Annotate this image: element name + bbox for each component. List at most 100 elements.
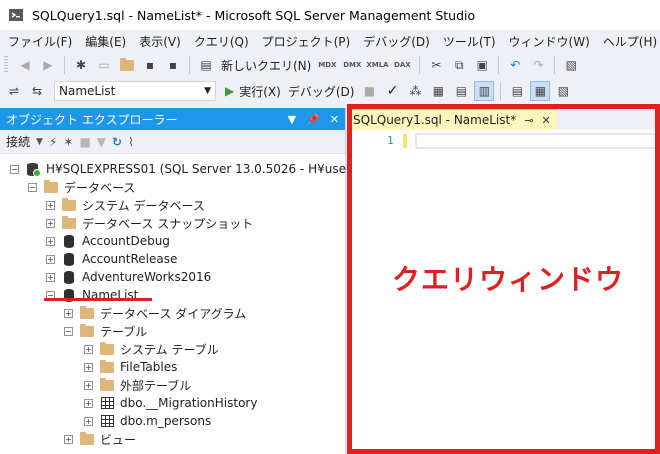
tree-node-account-debug[interactable]: + AccountDebug: [0, 232, 345, 250]
window-title: SQLQuery1.sql - NameList* - Microsoft SQ…: [32, 7, 476, 23]
menu-window[interactable]: ウィンドウ(W): [505, 33, 599, 50]
pin-icon[interactable]: 📌: [306, 113, 320, 126]
results-to-text-icon[interactable]: ▤: [507, 81, 527, 101]
execute-button[interactable]: 実行(X): [237, 83, 283, 100]
tree-node-label: dbo.m_persons: [120, 414, 212, 428]
tree-node-tables[interactable]: − テーブル: [0, 322, 345, 340]
available-databases-select[interactable]: NameList ▼: [54, 81, 216, 101]
tree-node-label: システム データベース: [82, 198, 205, 213]
redo-icon[interactable]: ↷: [528, 55, 548, 75]
pin-icon[interactable]: ⊸: [524, 114, 533, 127]
paste-icon[interactable]: ▣: [472, 55, 492, 75]
save-all-icon[interactable]: ▪: [163, 55, 183, 75]
panel-controls: ▼ 📌 ✕: [288, 113, 339, 126]
stop-icon[interactable]: ■: [359, 81, 379, 101]
dmx-query-button[interactable]: DMX: [341, 61, 363, 69]
open-folder-icon[interactable]: [117, 55, 137, 75]
folder-icon: [61, 215, 77, 230]
tree-node-filetables[interactable]: + FileTables: [0, 358, 345, 376]
menu-project[interactable]: プロジェクト(P): [258, 33, 360, 50]
connect-plug-icon[interactable]: ⚡: [49, 135, 57, 149]
collapse-icon[interactable]: −: [64, 326, 73, 336]
query-window-annotation: クエリウィンドウ: [392, 263, 625, 296]
undo-icon[interactable]: ↶: [505, 55, 525, 75]
connect-button[interactable]: 接続: [6, 133, 30, 150]
query-designer-icon[interactable]: ▦: [428, 81, 448, 101]
tree-node-diagrams[interactable]: + データベース ダイアグラム: [0, 304, 345, 322]
forward-icon[interactable]: ▶: [38, 55, 58, 75]
tree-node-namelist[interactable]: − NameList: [0, 286, 345, 304]
new-query-button[interactable]: 新しいクエリ(N): [219, 57, 313, 74]
tree-node-m-persons[interactable]: + dbo.m_persons: [0, 412, 345, 430]
menu-view[interactable]: 表示(V): [135, 33, 190, 50]
expand-icon[interactable]: +: [84, 380, 93, 390]
disconnect-icon[interactable]: ✶: [63, 135, 73, 149]
save-icon[interactable]: ▪: [140, 55, 160, 75]
toolbar-grip[interactable]: [4, 56, 8, 74]
copy-icon[interactable]: ⧉: [449, 55, 469, 75]
connect-dropdown-icon[interactable]: ▼: [36, 137, 43, 147]
menu-file[interactable]: ファイル(F): [4, 33, 81, 50]
menu-edit[interactable]: 編集(E): [81, 33, 135, 50]
expand-icon[interactable]: +: [46, 272, 55, 282]
activity-monitor-icon[interactable]: ▧: [561, 55, 581, 75]
execute-icon: ▶: [225, 84, 235, 98]
activity-icon[interactable]: ⌇: [128, 135, 134, 149]
dax-query-button[interactable]: DAX: [391, 61, 413, 69]
tree-node-external-tables[interactable]: + 外部テーブル: [0, 376, 345, 394]
close-icon[interactable]: ✕: [330, 113, 339, 126]
expand-icon[interactable]: +: [46, 254, 55, 264]
menu-debug[interactable]: デバッグ(D): [359, 33, 439, 50]
menu-query[interactable]: クエリ(Q): [190, 33, 258, 50]
new-file-icon[interactable]: ▭: [94, 55, 114, 75]
expand-icon[interactable]: +: [84, 416, 93, 426]
database-icon: [61, 234, 77, 248]
tree-node-label: FileTables: [120, 360, 178, 374]
tree-node-system-databases[interactable]: + システム データベース: [0, 196, 345, 214]
new-query-icon[interactable]: ▤: [196, 55, 216, 75]
xmla-query-button[interactable]: XMLA: [366, 61, 388, 69]
menu-help[interactable]: ヘルプ(H): [599, 33, 660, 50]
dropdown-arrow-icon[interactable]: ▼: [288, 113, 296, 126]
tab-sqlquery1[interactable]: SQLQuery1.sql - NameList* ⊸ ✕: [347, 108, 557, 130]
cut-icon[interactable]: ✂: [426, 55, 446, 75]
tree-node-server[interactable]: − H¥SQLEXPRESS01 (SQL Server 13.0.5026 -…: [0, 160, 356, 178]
mdx-query-button[interactable]: MDX: [316, 61, 338, 69]
tree-node-system-tables[interactable]: + システム テーブル: [0, 340, 345, 358]
debug-button[interactable]: デバッグ(D): [286, 83, 357, 100]
expand-icon[interactable]: +: [64, 308, 73, 318]
tree-node-account-release[interactable]: + AccountRelease: [0, 250, 345, 268]
collapse-icon[interactable]: −: [28, 182, 37, 192]
expand-icon[interactable]: +: [84, 362, 93, 372]
expand-icon[interactable]: +: [64, 434, 73, 444]
connect-db-icon[interactable]: ⇌: [4, 81, 24, 101]
expand-icon[interactable]: +: [84, 398, 93, 408]
tree-node-adventureworks[interactable]: + AdventureWorks2016: [0, 268, 345, 286]
close-tab-icon[interactable]: ✕: [541, 114, 550, 127]
tree-node-snapshots[interactable]: + データベース スナップショット: [0, 214, 345, 232]
menu-tools[interactable]: ツール(T): [439, 33, 505, 50]
expand-icon[interactable]: +: [46, 200, 55, 210]
back-icon[interactable]: ◀: [15, 55, 35, 75]
stop-icon[interactable]: ■: [79, 135, 90, 149]
expand-icon[interactable]: +: [84, 344, 93, 354]
tree-node-migration-history[interactable]: + dbo.__MigrationHistory: [0, 394, 345, 412]
intellisense-icon[interactable]: ▤: [451, 81, 471, 101]
refresh-icon[interactable]: ↻: [112, 135, 122, 149]
parse-check-icon[interactable]: ✓: [382, 81, 402, 101]
results-to-grid-icon[interactable]: ▦: [530, 81, 551, 101]
expand-icon[interactable]: +: [46, 236, 55, 246]
toolbar-separator: [498, 56, 500, 74]
tree-node-label: AccountRelease: [82, 252, 178, 266]
filter-icon[interactable]: ▼: [97, 135, 106, 149]
results-to-file-icon[interactable]: ▧: [553, 81, 573, 101]
new-project-icon[interactable]: ✱: [71, 55, 91, 75]
results-to-icon[interactable]: ▥: [474, 81, 495, 101]
change-connection-icon[interactable]: ⇆: [27, 81, 47, 101]
menu-bar: ファイル(F) 編集(E) 表示(V) クエリ(Q) プロジェクト(P) デバッ…: [0, 30, 660, 52]
tree-node-databases[interactable]: − データベース: [0, 178, 345, 196]
tree-node-views[interactable]: + ビュー: [0, 430, 345, 448]
collapse-icon[interactable]: −: [10, 164, 19, 174]
display-plan-icon[interactable]: ⁂: [405, 81, 425, 101]
expand-icon[interactable]: +: [46, 218, 55, 228]
